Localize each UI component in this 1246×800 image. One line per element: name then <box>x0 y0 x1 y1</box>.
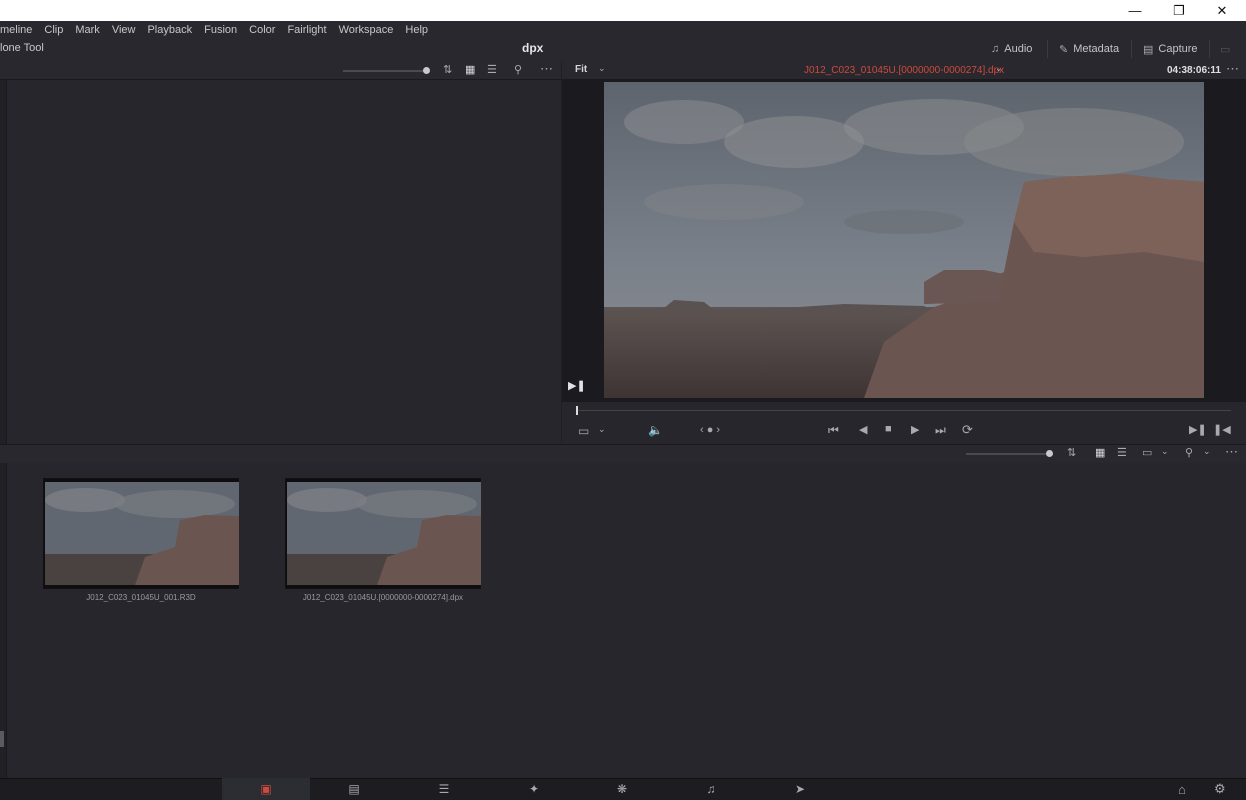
settings-gear-icon[interactable]: ⚙ <box>1214 781 1226 797</box>
tag-icon: ✎ <box>1059 43 1069 56</box>
menu-fusion[interactable]: Fusion <box>198 21 243 39</box>
list-view-icon[interactable]: ☰ <box>487 63 497 76</box>
thumbnail-zoom-slider[interactable] <box>343 70 428 72</box>
capture-label: Capture <box>1158 43 1198 55</box>
transport-area: ▭ ⌄ 🔈 ‹ ● › ⏮ ◀ ■ ▶ ⏭ ⟳ ▶❚ ❚◀ <box>562 402 1246 444</box>
page-fusion-button[interactable]: ✦ <box>490 778 578 800</box>
clip-name: J012_C023_01045U_001.R3D <box>86 593 196 602</box>
window-titlebar: — ❐ ✕ <box>0 0 1246 21</box>
mark-out-icon[interactable]: ▶❚ <box>1189 423 1207 436</box>
audio-button[interactable]: ♫ Audio <box>991 40 1032 58</box>
volume-icon[interactable]: 🔈 <box>648 423 663 437</box>
layout-icon[interactable]: ▭ <box>1142 446 1152 459</box>
clip-name: J012_C023_01045U.[0000000-0000274].dpx <box>302 593 464 602</box>
media-pool-toolbar: ⇅ ▦ ☰ ▭ ⌄ ⚲ ⌄ ⋯ <box>0 444 1246 463</box>
scroll-handle[interactable] <box>0 731 4 747</box>
menu-bar: meline Clip Mark View Playback Fusion Co… <box>0 21 434 39</box>
metadata-button[interactable]: ✎ Metadata <box>1059 40 1119 58</box>
capture-button[interactable]: ▤ Capture <box>1143 40 1198 58</box>
home-icon[interactable]: ⌂ <box>1178 782 1186 797</box>
media-page-icon: ▣ <box>260 782 272 796</box>
divider <box>1047 40 1048 58</box>
menu-view[interactable]: View <box>106 21 142 39</box>
page-fairlight-button[interactable]: ♫ <box>667 778 755 800</box>
chevron-down-icon[interactable]: ⌄ <box>598 424 606 435</box>
jog-control-icon[interactable]: ‹ ● › <box>700 424 720 436</box>
deliver-page-icon: ➤ <box>794 782 806 796</box>
clip-thumbnail[interactable] <box>285 478 481 589</box>
monitor-icon: ▭ <box>1220 43 1231 56</box>
grid-view-icon[interactable]: ▦ <box>465 63 475 76</box>
page-deliver-button[interactable]: ➤ <box>756 778 844 800</box>
more-options-icon[interactable]: ⋯ <box>540 61 553 77</box>
sort-icon[interactable]: ⇅ <box>443 63 452 76</box>
menu-playback[interactable]: Playback <box>141 21 198 39</box>
mark-in-icon[interactable]: ❚◀ <box>1213 423 1231 436</box>
play-icon[interactable]: ▶ <box>911 423 919 436</box>
slider-knob[interactable] <box>1046 450 1053 457</box>
page-edit-button[interactable]: ☰ <box>400 778 488 800</box>
project-title: dpx <box>522 41 544 55</box>
viewer-toolbar: Fit ⌄ J012_C023_01045U.[0000000-0000274]… <box>562 61 1246 80</box>
chevron-down-icon[interactable]: ⌄ <box>1161 446 1169 457</box>
grid-view-icon[interactable]: ▦ <box>1095 446 1105 459</box>
play-reverse-icon[interactable]: ◀ <box>859 423 867 436</box>
panel-edge <box>0 80 7 444</box>
timecode-display: 04:38:06:11 <box>1167 65 1221 76</box>
menu-color[interactable]: Color <box>243 21 281 39</box>
media-storage-toolbar: ⇅ ▦ ☰ ⚲ ⋯ <box>0 61 561 80</box>
sort-icon[interactable]: ⇅ <box>1067 446 1076 459</box>
search-icon[interactable]: ⚲ <box>514 63 522 76</box>
slider-knob[interactable] <box>423 67 430 74</box>
search-icon[interactable]: ⚲ <box>1185 446 1193 459</box>
viewer-frame-image <box>604 82 1204 398</box>
page-media-button[interactable]: ▣ <box>222 778 310 800</box>
divider <box>1209 40 1210 58</box>
playhead[interactable] <box>576 406 578 415</box>
menu-help[interactable]: Help <box>399 21 434 39</box>
more-options-icon[interactable]: ⋯ <box>1226 61 1239 77</box>
chevron-down-icon[interactable]: ⌄ <box>995 63 1003 74</box>
chevron-down-icon[interactable]: ⌄ <box>1203 446 1211 457</box>
menu-area: meline Clip Mark View Playback Fusion Co… <box>0 21 1246 61</box>
fairlight-page-icon: ♫ <box>706 782 716 796</box>
more-options-icon[interactable]: ⋯ <box>1225 444 1238 460</box>
color-page-icon: ❋ <box>616 782 628 796</box>
menu-timeline[interactable]: meline <box>0 21 38 39</box>
jump-to-start-icon[interactable]: ⏮ <box>828 423 839 438</box>
clone-tool-button[interactable]: lone Tool <box>0 42 44 54</box>
divider <box>1131 40 1132 58</box>
clip-thumbnail[interactable] <box>43 478 239 589</box>
media-storage-panel <box>0 80 561 444</box>
close-icon[interactable]: ✕ <box>1200 0 1244 21</box>
cut-page-icon: ▤ <box>348 782 360 796</box>
menu-clip[interactable]: Clip <box>38 21 69 39</box>
tape-icon: ▤ <box>1143 43 1154 56</box>
viewer-clip-name[interactable]: J012_C023_01045U.[0000000-0000274].dpx <box>804 65 1004 76</box>
edit-page-icon: ☰ <box>438 782 450 796</box>
stop-icon[interactable]: ■ <box>885 423 892 435</box>
audio-label: Audio <box>1004 43 1033 55</box>
thumbnail-zoom-slider[interactable] <box>966 453 1051 455</box>
metadata-label: Metadata <box>1073 43 1120 55</box>
monitor-button[interactable]: ▭ <box>1220 40 1230 58</box>
list-view-icon[interactable]: ☰ <box>1117 446 1127 459</box>
viewer-mode-icon[interactable]: ▭ <box>578 424 589 438</box>
menu-workspace[interactable]: Workspace <box>333 21 400 39</box>
zoom-dropdown[interactable]: Fit <box>575 64 587 75</box>
page-cut-button[interactable]: ▤ <box>310 778 398 800</box>
scrubber-track[interactable] <box>576 410 1231 411</box>
jump-to-end-icon[interactable]: ⏭ <box>935 423 946 438</box>
menu-fairlight[interactable]: Fairlight <box>281 21 332 39</box>
minimize-icon[interactable]: — <box>1113 0 1157 21</box>
page-color-button[interactable]: ❋ <box>578 778 666 800</box>
chevron-down-icon[interactable]: ⌄ <box>598 63 606 74</box>
skip-to-out-icon[interactable]: ▶❚ <box>568 379 586 392</box>
restore-icon[interactable]: ❐ <box>1157 0 1201 21</box>
music-note-icon: ♫ <box>991 43 1000 55</box>
fusion-page-icon: ✦ <box>528 782 540 796</box>
menu-mark[interactable]: Mark <box>69 21 105 39</box>
loop-icon[interactable]: ⟳ <box>962 422 973 438</box>
